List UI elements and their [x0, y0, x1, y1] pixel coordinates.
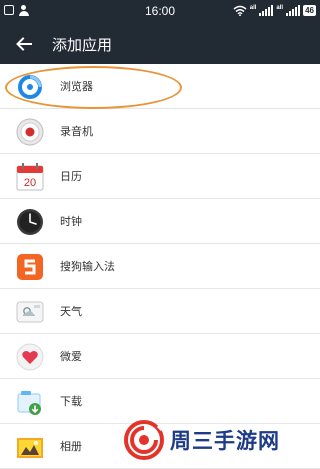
app-label: 录音机 [60, 125, 93, 138]
app-item-download[interactable]: 下载 [0, 379, 320, 424]
browser-icon [18, 75, 42, 99]
signal-icon [259, 5, 274, 16]
app-list: 浏览器 录音机 20 日历 时钟 搜狗输入法 天气 微爱 下载 相册 [0, 64, 320, 469]
signal-icon [286, 5, 301, 16]
weather-icon [16, 301, 44, 323]
calendar-day: 20 [24, 177, 36, 189]
clock-icon [17, 209, 43, 235]
app-label: 搜狗输入法 [60, 260, 115, 273]
back-button[interactable] [12, 31, 36, 57]
wifi-icon [233, 5, 247, 16]
heart-icon [16, 343, 44, 371]
recorder-icon [16, 118, 44, 146]
gallery-icon [17, 438, 43, 458]
app-label: 下载 [60, 395, 82, 408]
app-label: 时钟 [60, 215, 82, 228]
app-item-browser[interactable]: 浏览器 [0, 64, 320, 109]
app-label: 天气 [60, 305, 82, 318]
app-item-calendar[interactable]: 20 日历 [0, 154, 320, 199]
sogou-input-icon [17, 254, 43, 280]
calendar-icon: 20 [16, 163, 44, 191]
app-label: 微爱 [60, 350, 82, 363]
signal-2-label: all [276, 5, 284, 11]
app-item-sogou[interactable]: 搜狗输入法 [0, 244, 320, 289]
status-bar: 16:00 all all 46 [0, 0, 320, 24]
page-title: 添加应用 [52, 36, 113, 54]
app-item-recorder[interactable]: 录音机 [0, 109, 320, 154]
watermark: 周三手游网 [124, 420, 280, 460]
signal-1-label: all [249, 5, 257, 11]
battery-icon: 46 [303, 5, 316, 16]
toolbar: 添加应用 [0, 24, 320, 64]
app-label: 浏览器 [60, 80, 93, 93]
status-right-icons: all all 46 [233, 5, 316, 16]
swirl-logo [124, 420, 164, 460]
watermark-text: 周三手游网 [170, 429, 280, 453]
download-icon [17, 391, 41, 415]
app-label: 相册 [60, 440, 82, 453]
app-item-weather[interactable]: 天气 [0, 289, 320, 334]
app-item-weiai[interactable]: 微爱 [0, 334, 320, 379]
arrow-left-icon [16, 37, 32, 51]
app-item-clock[interactable]: 时钟 [0, 199, 320, 244]
app-label: 日历 [60, 170, 82, 183]
